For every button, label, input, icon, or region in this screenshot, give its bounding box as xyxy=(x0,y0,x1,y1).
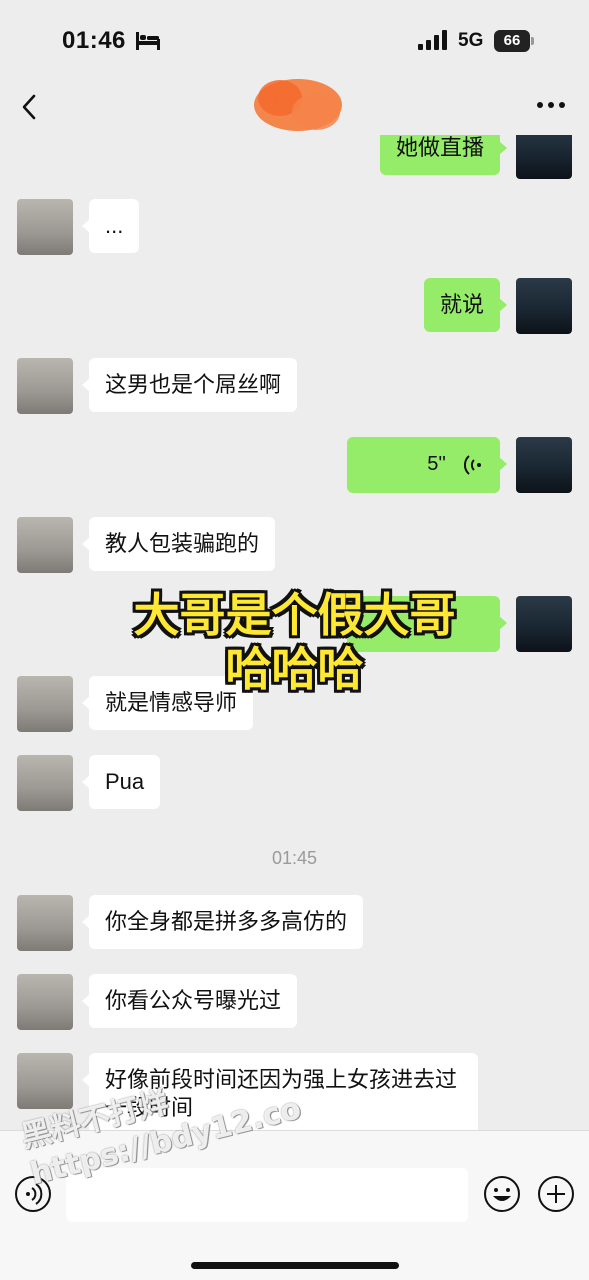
message-input[interactable] xyxy=(66,1168,468,1222)
caption-line-2: 哈哈哈 xyxy=(225,642,364,696)
more-options-icon[interactable] xyxy=(536,100,566,110)
caption-line-1: 大哥是个假大哥 xyxy=(133,588,456,642)
contact-avatar[interactable] xyxy=(17,974,73,1030)
message-bubble[interactable]: 就说 xyxy=(423,278,508,332)
my-avatar[interactable] xyxy=(516,278,572,334)
contact-avatar[interactable] xyxy=(17,358,73,414)
redaction-scribble xyxy=(254,79,342,131)
status-time: 01:46 xyxy=(62,27,126,54)
contact-avatar[interactable] xyxy=(17,895,73,951)
network-type: 5G xyxy=(458,30,484,51)
contact-avatar[interactable] xyxy=(17,1053,73,1109)
contact-avatar[interactable] xyxy=(17,755,73,811)
message-bubble[interactable]: 这男也是个屌丝啊 xyxy=(81,358,298,412)
message-bubble[interactable]: 你全身都是拼多多高仿的 xyxy=(81,895,364,949)
message-bubble[interactable]: Pua xyxy=(81,755,161,809)
message-bubble[interactable]: 教人包装骗跑的 xyxy=(81,517,276,571)
voice-message-bubble[interactable]: 5'' xyxy=(347,437,507,493)
contact-avatar[interactable] xyxy=(17,199,73,255)
sleep-mode-icon xyxy=(136,32,160,50)
battery-level: 66 xyxy=(494,30,530,52)
emoji-icon[interactable] xyxy=(483,1175,521,1213)
battery-icon: 66 xyxy=(494,30,534,52)
message-bubble[interactable]: 她做直播 xyxy=(379,135,508,175)
video-caption-overlay: 大哥是个假大哥 哈哈哈 xyxy=(0,588,589,696)
plus-icon[interactable] xyxy=(537,1175,575,1213)
message-timestamp: 01:45 xyxy=(271,848,318,868)
message-bubble[interactable]: ... xyxy=(81,199,140,253)
my-avatar[interactable] xyxy=(516,135,572,179)
my-avatar[interactable] xyxy=(516,437,572,493)
signal-icon xyxy=(418,30,447,50)
contact-avatar[interactable] xyxy=(17,517,73,573)
home-indicator[interactable] xyxy=(191,1262,399,1269)
voice-duration: 5'' xyxy=(427,453,446,475)
back-arrow-icon[interactable] xyxy=(18,92,42,122)
message-bubble[interactable]: 你看公众号曝光过 xyxy=(81,974,298,1028)
voice-wave-icon xyxy=(463,455,481,475)
status-bar: 01:46 5G 66 xyxy=(0,0,589,80)
